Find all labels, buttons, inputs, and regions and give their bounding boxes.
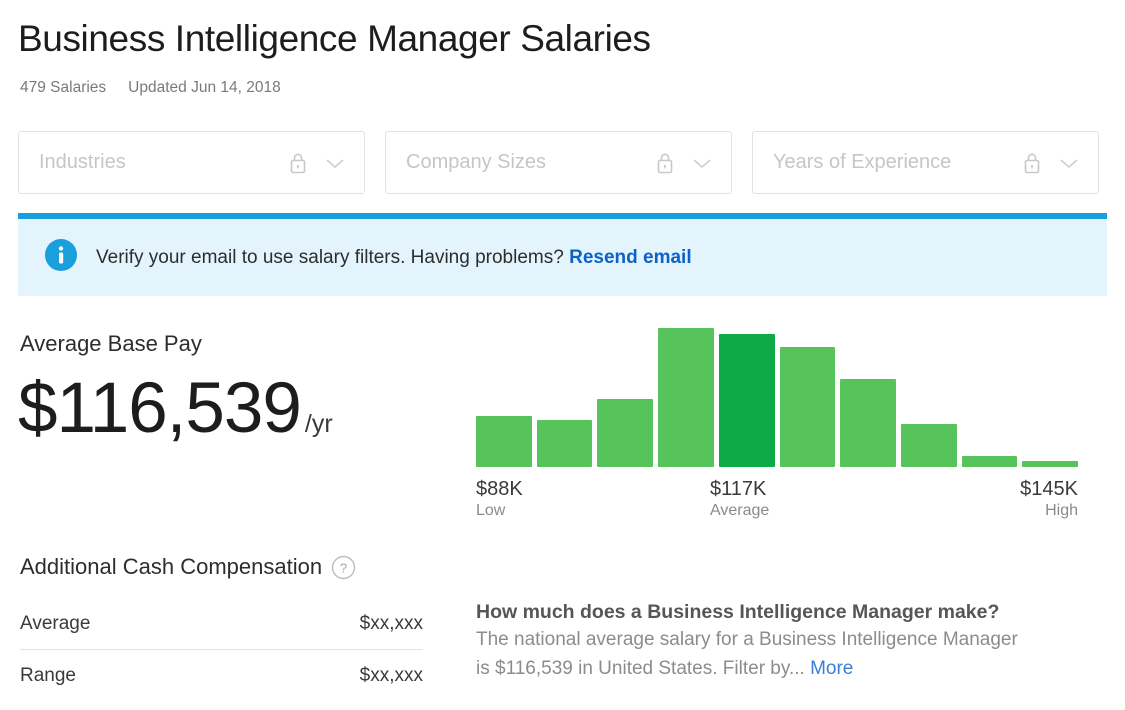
page-meta: 479 Salaries Updated Jun 14, 2018 bbox=[20, 79, 281, 97]
chart-bar[interactable] bbox=[779, 347, 836, 467]
page-title: Business Intelligence Manager Salaries bbox=[18, 18, 651, 59]
acc-row-label: Range bbox=[20, 665, 76, 686]
updated-date: Updated Jun 14, 2018 bbox=[128, 79, 281, 96]
average-base-pay-amount: $116,539 /yr bbox=[18, 368, 333, 449]
base-pay-value: $116,539 bbox=[18, 369, 302, 448]
additional-cash-table: Average $xx,xxx Range $xx,xxx bbox=[20, 598, 423, 702]
question-circle-icon[interactable]: ? bbox=[331, 555, 356, 580]
chart-bar[interactable] bbox=[536, 419, 593, 467]
banner-message-text: Verify your email to use salary filters.… bbox=[96, 246, 570, 268]
filter-company-sizes-label: Company Sizes bbox=[406, 151, 547, 173]
description-title: How much does a Business Intelligence Ma… bbox=[476, 601, 1000, 623]
lock-icon bbox=[288, 151, 308, 175]
chevron-down-icon bbox=[691, 156, 713, 170]
salary-description: How much does a Business Intelligence Ma… bbox=[476, 598, 1076, 684]
lock-icon bbox=[655, 151, 675, 175]
filter-years-of-experience-label: Years of Experience bbox=[773, 151, 952, 173]
chart-bar[interactable] bbox=[476, 415, 532, 467]
axis-high-name: High bbox=[1045, 502, 1078, 519]
axis-label-average: $117K Average bbox=[710, 478, 769, 521]
axis-low-name: Low bbox=[476, 502, 506, 519]
chart-bar[interactable] bbox=[900, 423, 957, 467]
axis-label-low: $88K Low bbox=[476, 478, 523, 521]
resend-email-link[interactable]: Resend email bbox=[569, 247, 692, 268]
chart-bar[interactable] bbox=[658, 328, 714, 467]
additional-cash-compensation-heading: Additional Cash Compensation ? bbox=[20, 554, 356, 580]
table-row: Range $xx,xxx bbox=[20, 650, 423, 702]
acc-row-label: Average bbox=[20, 612, 91, 634]
axis-low-value: $88K bbox=[476, 478, 523, 500]
chevron-down-icon bbox=[1058, 156, 1080, 170]
axis-average-name: Average bbox=[710, 502, 770, 519]
banner-message: Verify your email to use salary filters.… bbox=[96, 247, 692, 269]
filter-industries-label: Industries bbox=[39, 151, 126, 173]
salary-page: Business Intelligence Manager Salaries 4… bbox=[0, 0, 1125, 710]
chart-bar[interactable] bbox=[961, 455, 1018, 467]
acc-heading-text: Additional Cash Compensation bbox=[20, 554, 323, 579]
info-circle-icon bbox=[44, 238, 78, 277]
chart-bar[interactable] bbox=[597, 398, 654, 467]
acc-row-value: $xx,xxx bbox=[359, 665, 423, 686]
salary-count: 479 Salaries bbox=[20, 79, 107, 96]
axis-high-value: $145K bbox=[1020, 478, 1078, 500]
axis-average-value: $117K bbox=[710, 478, 767, 500]
chart-bar[interactable] bbox=[718, 333, 775, 467]
description-body-text: The national average salary for a Busine… bbox=[476, 629, 1018, 680]
salary-distribution-chart bbox=[476, 328, 1079, 467]
axis-label-high: $145K High bbox=[1020, 478, 1078, 521]
acc-row-value: $xx,xxx bbox=[359, 612, 423, 634]
chart-bar[interactable] bbox=[1022, 461, 1079, 467]
more-link[interactable]: More bbox=[810, 658, 853, 679]
svg-text:?: ? bbox=[340, 560, 347, 575]
average-base-pay-label: Average Base Pay bbox=[20, 331, 202, 356]
filter-years-of-experience[interactable]: Years of Experience bbox=[752, 131, 1099, 194]
description-body: The national average salary for a Busine… bbox=[476, 626, 1036, 684]
lock-icon bbox=[1022, 151, 1042, 175]
chevron-down-icon bbox=[324, 156, 346, 170]
filter-industries[interactable]: Industries bbox=[18, 131, 365, 194]
filter-company-sizes[interactable]: Company Sizes bbox=[385, 131, 732, 194]
chart-axis-labels: $88K Low $117K Average $145K High bbox=[476, 478, 1078, 526]
filter-bar: Industries Company Sizes Years of Experi… bbox=[18, 131, 1099, 194]
table-row: Average $xx,xxx bbox=[20, 598, 423, 650]
email-verification-banner: Verify your email to use salary filters.… bbox=[18, 213, 1107, 296]
base-pay-unit: /yr bbox=[304, 410, 333, 438]
chart-bar[interactable] bbox=[840, 379, 896, 467]
